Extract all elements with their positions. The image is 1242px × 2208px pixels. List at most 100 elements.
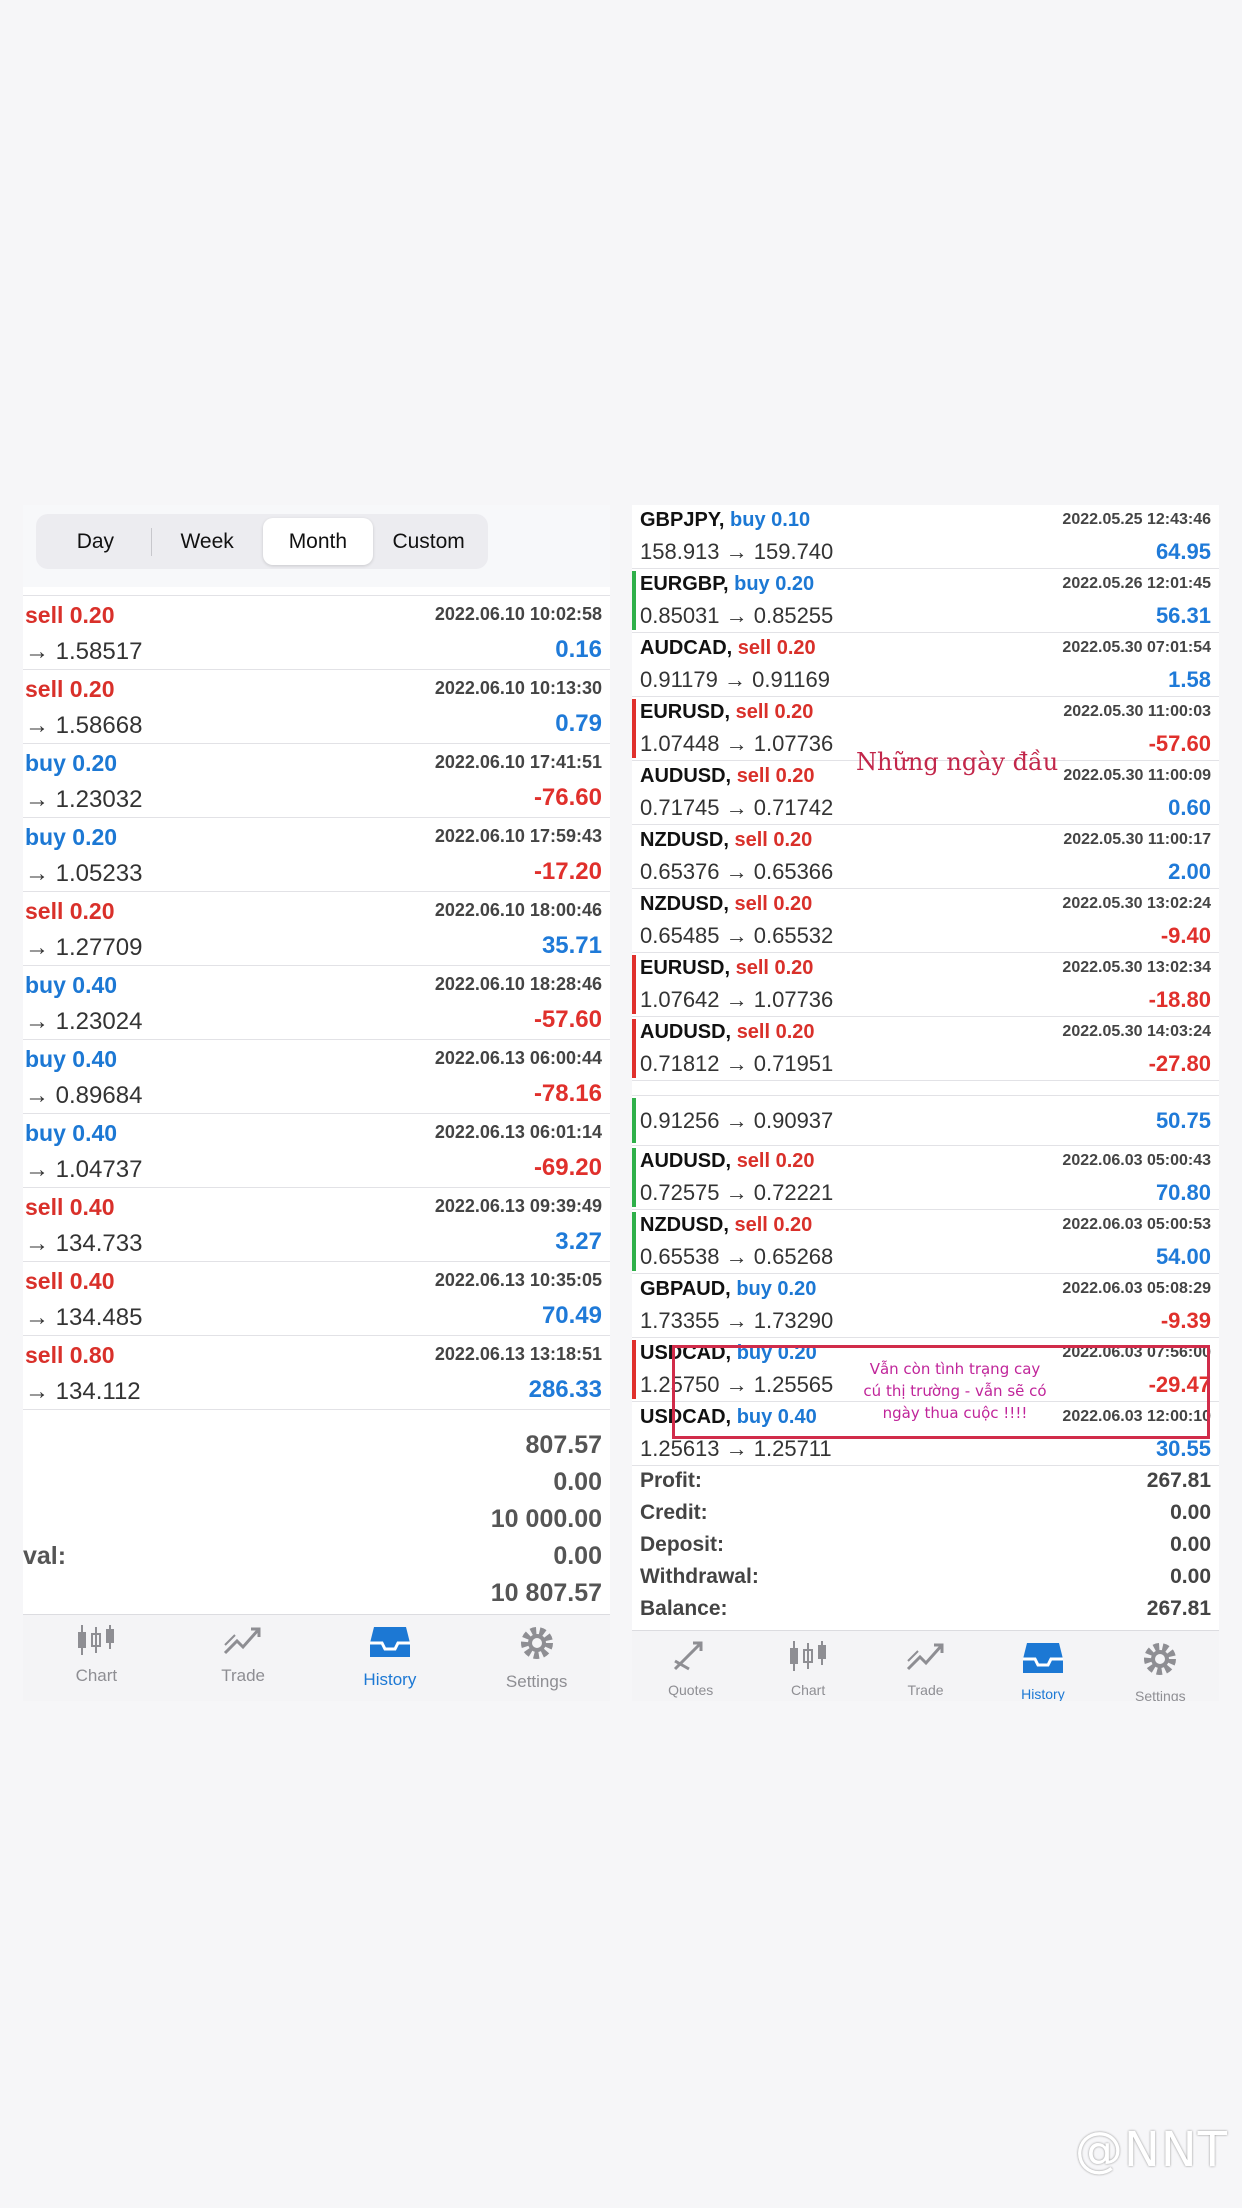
deal-status-marker <box>632 1098 636 1143</box>
deal-lot: buy 0.20 <box>25 824 118 850</box>
deal-lot: sell 0.40 <box>25 1194 115 1220</box>
tab-label: History <box>1021 1686 1065 1701</box>
period-week[interactable]: Week <box>152 518 263 565</box>
deal-lot: buy 0.10 <box>730 509 811 531</box>
candlestick-icon <box>786 1639 830 1678</box>
deal-symbol-name: EURUSD, <box>640 701 731 723</box>
deal-row[interactable]: NZDUSD, sell 0.20 0.65538 → 0.65268 2022.0… <box>632 1210 1219 1274</box>
deal-time: 2022.06.10 10:02:58 <box>434 604 602 624</box>
account-summary: Profit: 267.81 Credit: 0.00 Deposit: 0.00 With… <box>632 1465 1219 1625</box>
period-day[interactable]: Day <box>40 518 151 565</box>
summary-value: 10 807.57 <box>490 1579 602 1607</box>
deal-row[interactable]: NZDUSD, sell 0.20 0.65485 → 0.65532 2022.0… <box>632 889 1219 953</box>
deal-row[interactable]: EURUSD, sell 0.20 1.07642 → 1.07736 2022.0… <box>632 953 1219 1017</box>
deal-row[interactable]: buy 0.40 → 0.89684 2022.06.13 06:00:44 -78.… <box>23 1040 610 1114</box>
deal-profit: 70.80 <box>1155 1180 1211 1205</box>
deal-lot: sell 0.20 <box>25 602 115 628</box>
deal-status-marker <box>632 1212 636 1271</box>
period-month[interactable]: Month <box>262 518 374 565</box>
deal-prices: 1.25613 → 1.25711 <box>640 1436 832 1461</box>
deal-row[interactable]: sell 0.80 → 134.112 2022.06.13 13:18:51 286… <box>23 1336 610 1410</box>
deal-row[interactable]: sell 0.20 → 1.58517 2022.06.10 10:02:58 0.1… <box>23 596 610 670</box>
tab-history[interactable]: History <box>317 1615 464 1701</box>
summary-row: val: 0.00 <box>23 1538 610 1575</box>
period-custom[interactable]: Custom <box>373 518 484 565</box>
deal-row[interactable]: buy 0.20 → 1.05233 2022.06.10 17:59:43 -17.… <box>23 818 610 892</box>
deal-symbol-name: AUDUSD, <box>640 1021 732 1043</box>
tab-label: History <box>363 1670 417 1689</box>
deal-symbol-name: EURUSD, <box>640 957 731 979</box>
deal-row[interactable]: sell 0.40 → 134.485 2022.06.13 10:35:05 70.… <box>23 1262 610 1336</box>
deal-status-marker <box>632 1340 636 1399</box>
deal-status-marker <box>632 699 636 758</box>
tab-label: Chart <box>790 1682 826 1698</box>
tab-trade[interactable]: Trade <box>170 1615 317 1701</box>
deal-row[interactable]: sell 0.20 → 1.27709 2022.06.10 18:00:46 35.… <box>23 892 610 966</box>
summary-label: Deposit: <box>640 1533 724 1556</box>
deal-row[interactable]: GBPAUD, buy 0.20 1.73355 → 1.73290 2022.06… <box>632 1274 1219 1338</box>
deal-lot: buy 0.20 <box>25 750 118 776</box>
summary-row: Profit: 267.81 <box>632 1465 1219 1497</box>
deal-row[interactable]: buy 0.40 → 1.23024 2022.06.10 18:28:46 -57.… <box>23 966 610 1040</box>
summary-label: Credit: <box>640 1501 708 1524</box>
summary-value: 10 000.00 <box>490 1505 602 1533</box>
deal-profit: 70.49 <box>541 1302 602 1329</box>
deal-prices: 158.913 → 159.740 <box>640 539 834 564</box>
deal-row[interactable]: EURGBP, buy 0.20 0.85031 → 0.85255 2022.05… <box>632 569 1219 633</box>
deal-prices: → 1.23032 <box>25 786 143 813</box>
deal-prices: 0.65376 → 0.65366 <box>640 859 834 884</box>
deal-profit: 54.00 <box>1155 1244 1211 1269</box>
deal-prices: → 134.733 <box>25 1230 143 1257</box>
tab-chart[interactable]: Chart <box>23 1615 170 1701</box>
tab-trade[interactable]: Trade <box>867 1631 984 1701</box>
summary-row: Deposit: 0.00 <box>632 1529 1219 1561</box>
deal-symbol: EURGBP, buy 0.20 <box>640 573 814 596</box>
deal-row[interactable]: buy 0.40 → 1.04737 2022.06.13 06:01:14 -69.… <box>23 1114 610 1188</box>
tab-settings[interactable]: Settings <box>463 1615 610 1701</box>
deal-row[interactable]: AUDUSD, sell 0.20 0.71812 → 0.71951 2022.0… <box>632 1017 1219 1081</box>
deal-time: 2022.05.30 07:01:54 <box>1062 639 1211 656</box>
deal-row[interactable]: NZDUSD, sell 0.20 0.65376 → 0.65366 2022.0… <box>632 825 1219 889</box>
summary-value: 0.00 <box>1170 1565 1211 1588</box>
deal-prices: 0.71745 → 0.71742 <box>640 795 834 820</box>
gear-icon <box>1140 1639 1180 1684</box>
deal-profit: 0.60 <box>1168 795 1211 820</box>
deal-profit: 1.58 <box>1168 667 1211 692</box>
deal-row[interactable]: AUDCAD, sell 0.20 0.91179 → 0.91169 2022.0… <box>632 633 1219 697</box>
deal-symbol: NZDUSD, sell 0.20 <box>640 829 812 852</box>
deal-profit: 0.79 <box>555 710 602 737</box>
tab-label: Quotes <box>668 1682 714 1698</box>
deal-row[interactable]: AUDUSD, sell 0.20 0.72575 → 0.72221 2022.0… <box>632 1146 1219 1210</box>
deal-row[interactable]: sell 0.40 → 134.733 2022.06.13 09:39:49 3.2… <box>23 1188 610 1262</box>
deal-profit: -18.80 <box>1148 987 1211 1012</box>
deal-profit: -78.16 <box>533 1080 602 1107</box>
deal-profit: 2.00 <box>1168 859 1211 884</box>
deal-prices: → 1.23024 <box>25 1008 143 1035</box>
deal-row[interactable]: sell 0.20 → 1.58668 2022.06.10 10:13:30 0.7… <box>23 670 610 744</box>
deal-time: 2022.06.13 10:35:05 <box>434 1270 602 1290</box>
summary-value: 267.81 <box>1146 1469 1211 1492</box>
deal-prices: 0.65538 → 0.65268 <box>640 1244 834 1269</box>
deal-row[interactable]: GBPJPY, buy 0.10 158.913 → 159.740 2022.05… <box>632 505 1219 569</box>
deal-row[interactable]: 0.91256 → 0.90937 50.75 <box>632 1096 1219 1146</box>
period-segmented-control: Day Week Month Custom <box>36 514 488 569</box>
deal-profit: -57.60 <box>1148 731 1211 756</box>
summary-label: val: <box>23 1542 67 1570</box>
tab-quotes[interactable]: Quotes <box>632 1631 749 1701</box>
summary-row: 0.00 <box>23 1464 610 1501</box>
summary-label: Withdrawal: <box>640 1565 759 1588</box>
history-screen-right: GBPJPY, buy 0.10 158.913 → 159.740 2022.05… <box>632 505 1219 1701</box>
deal-lot: sell 0.20 <box>734 1214 813 1236</box>
tab-chart[interactable]: Chart <box>749 1631 866 1701</box>
deal-profit: -69.20 <box>533 1154 602 1181</box>
deal-row[interactable]: buy 0.20 → 1.23032 2022.06.10 17:41:51 -76.… <box>23 744 610 818</box>
deal-time: 2022.05.30 14:03:24 <box>1062 1023 1211 1040</box>
deal-profit: -76.60 <box>533 784 602 811</box>
deal-profit: -27.80 <box>1148 1051 1211 1076</box>
deal-time: 2022.05.25 12:43:46 <box>1062 511 1211 528</box>
tab-history[interactable]: History <box>984 1631 1101 1701</box>
tab-settings[interactable]: Settings <box>1102 1631 1219 1701</box>
deal-lot: sell 0.40 <box>25 1268 115 1294</box>
deal-prices: 0.85031 → 0.85255 <box>640 603 834 628</box>
deal-symbol-name: AUDUSD, <box>640 765 732 787</box>
